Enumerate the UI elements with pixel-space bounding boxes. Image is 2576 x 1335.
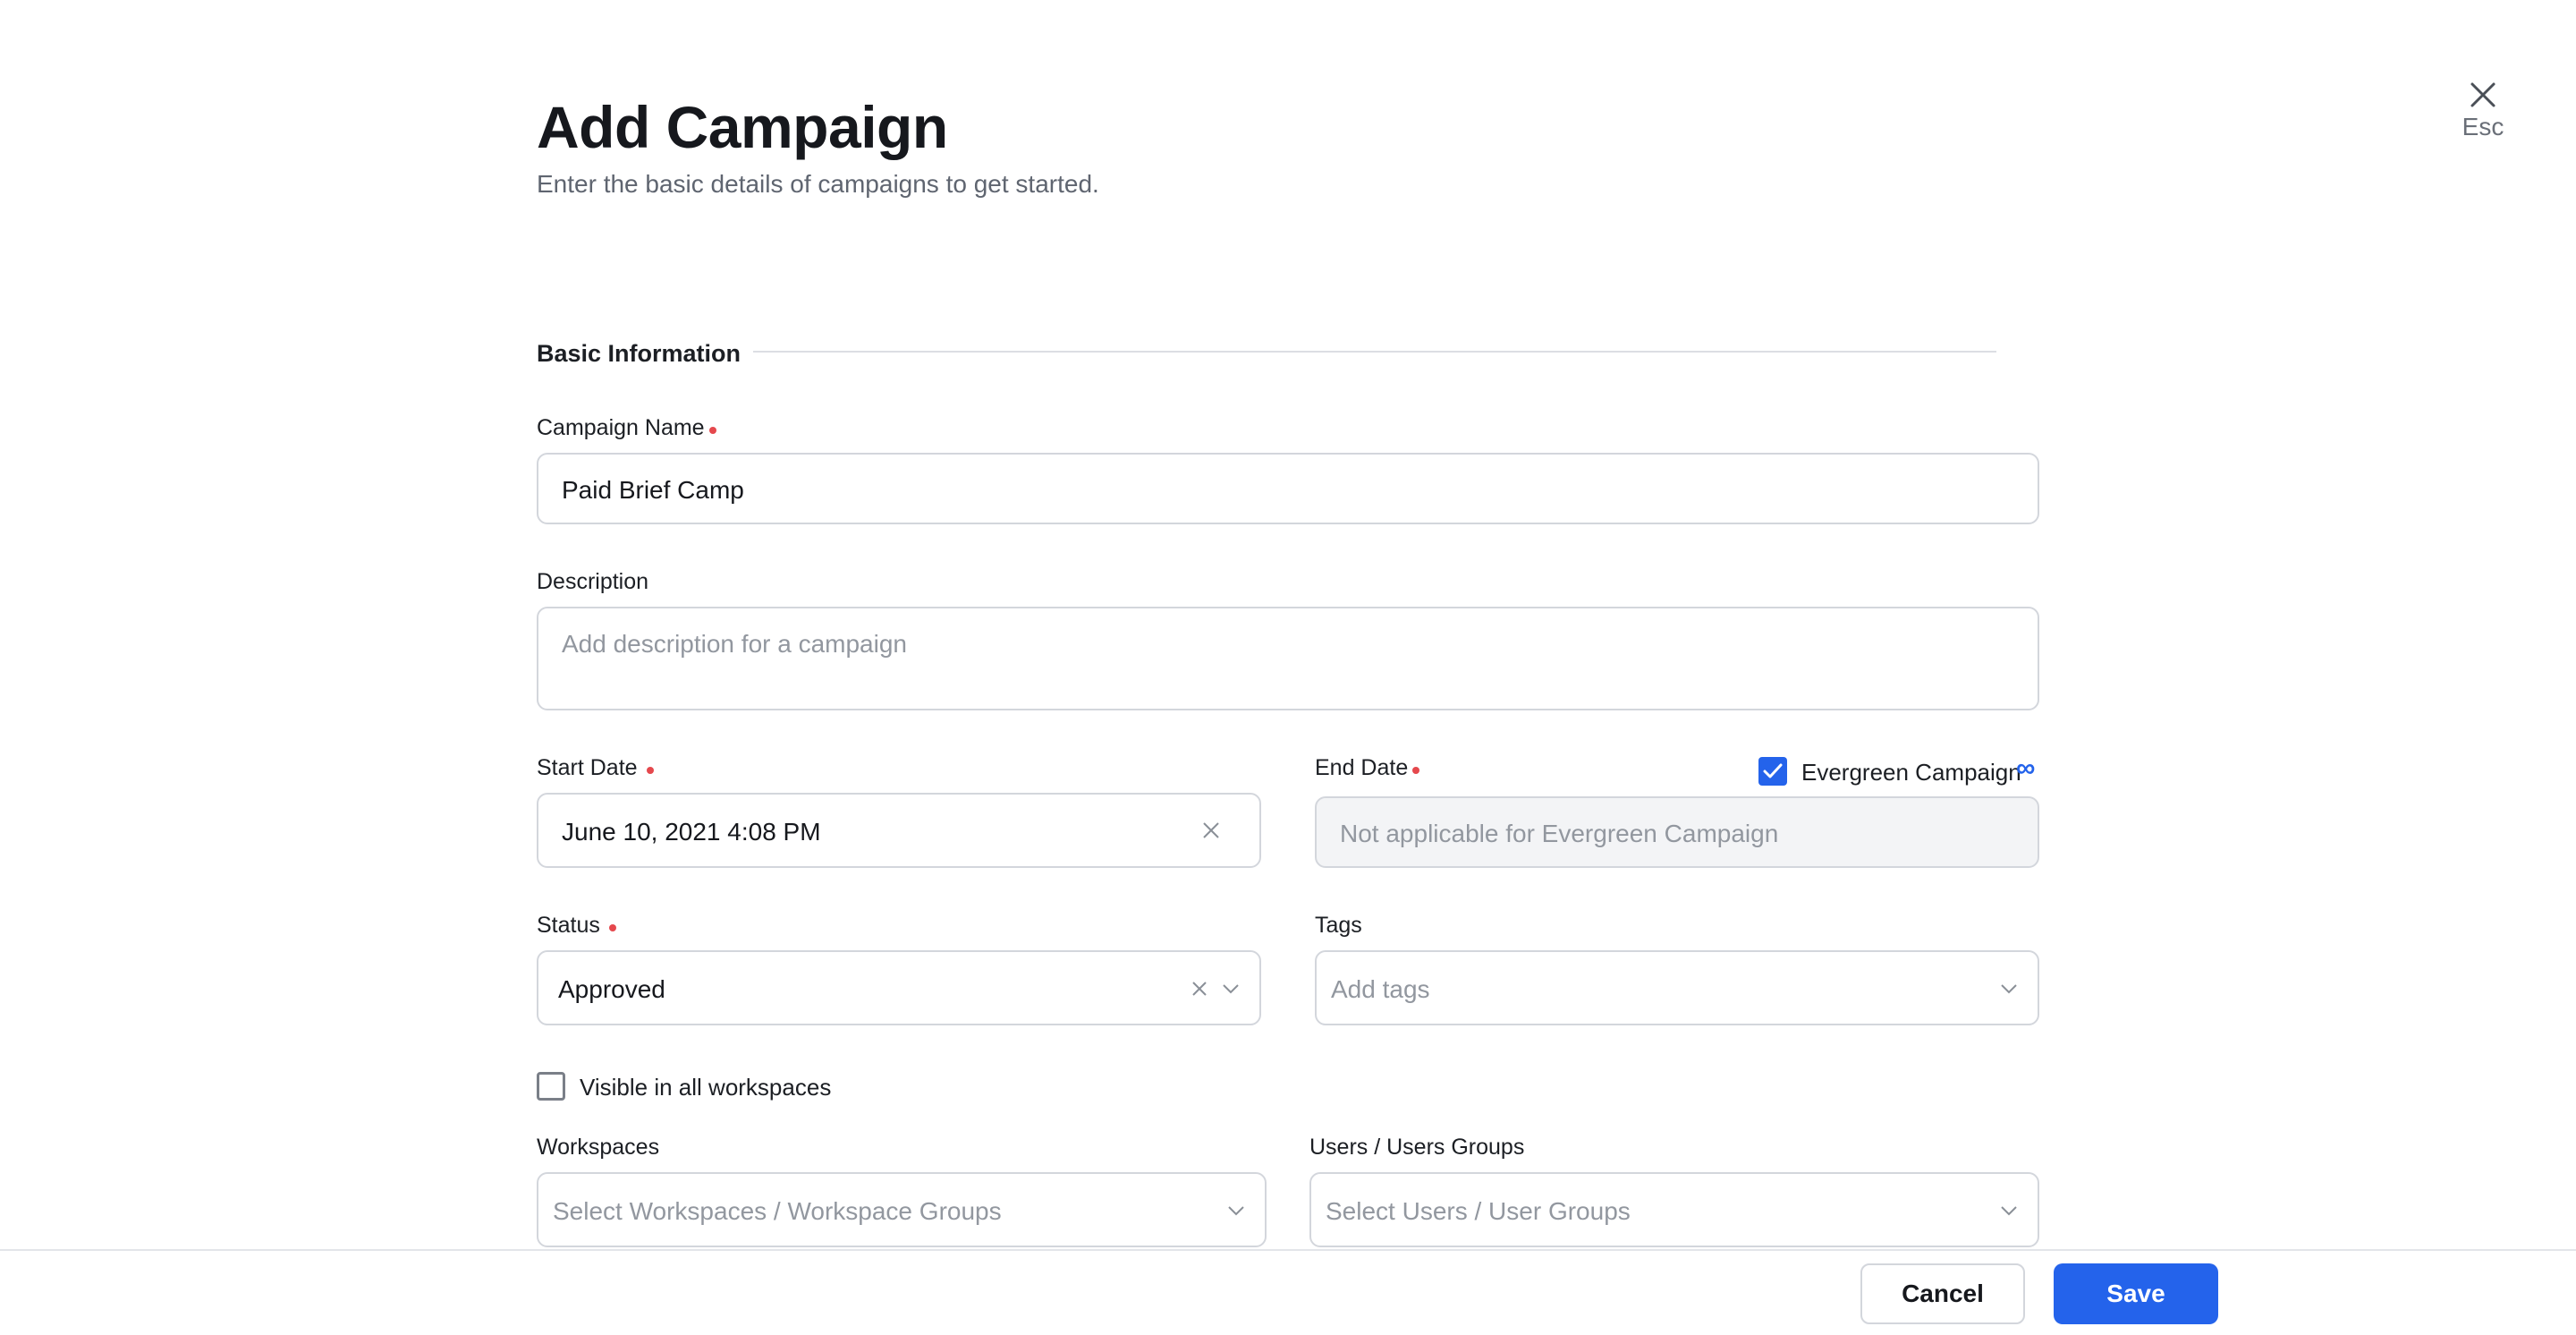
workspaces-label: Workspaces: [537, 1135, 660, 1160]
tags-placeholder: Add tags: [1331, 975, 1430, 1003]
start-date-picker[interactable]: June 10, 2021 4:08 PM: [537, 793, 1261, 868]
checkmark-icon: [1763, 763, 1783, 778]
tags-label: Tags: [1315, 913, 1362, 938]
end-date-picker: Not applicable for Evergreen Campaign: [1315, 796, 2039, 868]
esc-hint: Esc: [2462, 113, 2504, 140]
status-value: Approved: [558, 975, 665, 1003]
chevron-down-icon: [1223, 984, 1239, 994]
page-subtitle: Enter the basic details of campaigns to …: [537, 170, 1099, 198]
start-date-label: Start Date: [537, 755, 638, 780]
campaign-name-value: Paid Brief Camp: [562, 476, 744, 504]
close-button[interactable]: Esc: [2451, 77, 2515, 149]
description-textarea[interactable]: Add description for a campaign: [537, 607, 2039, 710]
required-indicator: [609, 924, 616, 931]
evergreen-checkbox[interactable]: [1758, 757, 1787, 786]
clear-status-icon[interactable]: [1191, 981, 1208, 997]
clear-date-icon[interactable]: [1202, 821, 1220, 839]
end-date-placeholder: Not applicable for Evergreen Campaign: [1340, 820, 1779, 847]
users-select[interactable]: Select Users / User Groups: [1309, 1172, 2039, 1247]
chevron-down-icon: [2001, 1206, 2017, 1216]
status-label: Status: [537, 913, 600, 938]
save-button[interactable]: Save: [2054, 1263, 2218, 1324]
cancel-button[interactable]: Cancel: [1860, 1263, 2025, 1324]
infinity-icon: ∞: [2016, 753, 2036, 783]
section-title: Basic Information: [537, 340, 741, 367]
tags-select[interactable]: Add tags: [1315, 950, 2039, 1025]
workspaces-select[interactable]: Select Workspaces / Workspace Groups: [537, 1172, 1267, 1247]
users-label: Users / Users Groups: [1309, 1135, 1525, 1160]
required-indicator: [709, 427, 716, 434]
campaign-name-input[interactable]: Paid Brief Camp: [537, 453, 2039, 524]
users-placeholder: Select Users / User Groups: [1326, 1197, 1631, 1225]
page-title: Add Campaign: [537, 94, 948, 160]
required-indicator: [647, 767, 654, 774]
description-label: Description: [537, 569, 649, 594]
chevron-down-icon: [2001, 984, 2017, 994]
status-select[interactable]: Approved: [537, 950, 1261, 1025]
footer-bar: Cancel Save: [0, 1249, 2576, 1335]
section-divider: [753, 351, 1996, 353]
end-date-label: End Date: [1315, 755, 1409, 780]
start-date-value: June 10, 2021 4:08 PM: [562, 818, 821, 846]
campaign-name-label: Campaign Name: [537, 415, 705, 440]
close-icon: [2470, 82, 2496, 107]
required-indicator: [1412, 767, 1419, 774]
description-placeholder: Add description for a campaign: [562, 630, 907, 658]
visible-all-workspaces-label: Visible in all workspaces: [580, 1074, 832, 1101]
workspaces-placeholder: Select Workspaces / Workspace Groups: [553, 1197, 1002, 1225]
evergreen-label: Evergreen Campaign: [1801, 759, 2021, 786]
chevron-down-icon: [1228, 1206, 1244, 1216]
visible-all-workspaces-checkbox[interactable]: [537, 1072, 565, 1101]
